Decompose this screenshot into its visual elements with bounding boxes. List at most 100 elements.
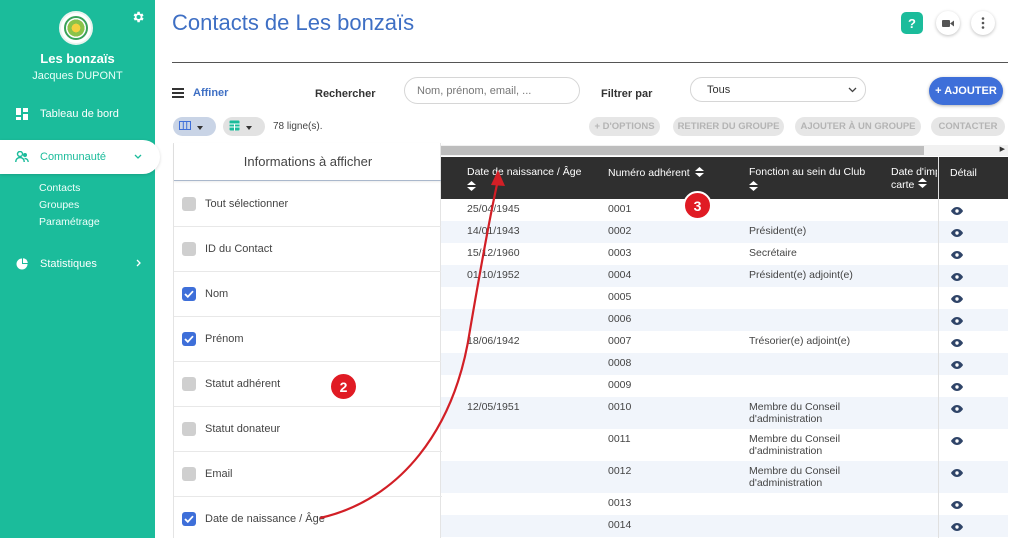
table-row[interactable]: 14/01/1943 0002 Président(e)	[441, 221, 1008, 243]
cell-member-number: 0014	[608, 519, 632, 531]
column-option-label: Nom	[205, 288, 229, 300]
add-button[interactable]: + AJOUTER	[929, 77, 1003, 105]
org-logo[interactable]	[59, 11, 93, 45]
column-option[interactable]: Email	[174, 452, 442, 497]
eye-icon[interactable]	[951, 250, 963, 259]
table-row[interactable]: 0006	[441, 309, 1008, 331]
cell-member-number: 0013	[608, 497, 632, 509]
table-row[interactable]: 0009	[441, 375, 1008, 397]
table-row[interactable]: 0013	[441, 493, 1008, 515]
eye-icon[interactable]	[951, 382, 963, 391]
chart-pie-icon	[14, 258, 30, 270]
page-title: Contacts de Les bonzaïs	[172, 10, 415, 35]
eye-icon[interactable]	[951, 228, 963, 237]
table-row[interactable]: 0005	[441, 287, 1008, 309]
column-header-birthdate[interactable]: Date de naissance / Âge	[467, 157, 581, 199]
checkbox-unchecked[interactable]	[182, 377, 196, 391]
scroll-right-icon[interactable]: ▶	[1000, 145, 1005, 153]
eye-icon[interactable]	[951, 436, 963, 445]
column-option[interactable]: ID du Contact	[174, 227, 442, 272]
table-row[interactable]: 0011 Membre du Conseil d'administration	[441, 429, 1008, 461]
cell-member-number: 0003	[608, 247, 632, 259]
eye-icon[interactable]	[951, 338, 963, 347]
sidebar-item-label: Communauté	[40, 151, 107, 163]
table-row[interactable]: 25/04/1945 0001	[441, 199, 1008, 221]
column-header-role[interactable]: Fonction au sein du Club	[749, 157, 865, 199]
eye-icon[interactable]	[951, 360, 963, 369]
affiner-label: Affiner	[193, 87, 229, 99]
table-row[interactable]: 0012 Membre du Conseil d'administration	[441, 461, 1008, 493]
checkbox-checked[interactable]	[182, 512, 196, 526]
gear-icon[interactable]	[131, 10, 145, 24]
table-row[interactable]: 12/05/1951 0010 Membre du Conseil d'admini…	[441, 397, 1008, 429]
sidebar-subitem-contacts[interactable]: Contacts	[39, 182, 80, 194]
checkbox-unchecked[interactable]	[182, 242, 196, 256]
export-button[interactable]	[223, 117, 265, 136]
help-button[interactable]: ?	[901, 12, 923, 34]
eye-icon[interactable]	[951, 404, 963, 413]
columns-button[interactable]	[173, 117, 216, 136]
cell-birthdate: 12/05/1951	[467, 401, 520, 413]
column-option[interactable]: Statut adhérent	[174, 362, 442, 407]
scrollbar-thumb[interactable]	[441, 146, 924, 155]
chevron-down-icon	[134, 152, 142, 162]
eye-icon[interactable]	[951, 316, 963, 325]
sort-icon	[918, 178, 928, 191]
column-option[interactable]: Nom	[174, 272, 442, 317]
column-divider	[938, 157, 939, 538]
checkbox-checked[interactable]	[182, 332, 196, 346]
column-header-detail: Détail	[950, 167, 977, 179]
community-icon	[14, 151, 30, 163]
table-row[interactable]: 0008	[441, 353, 1008, 375]
column-option[interactable]: Statut donateur	[174, 407, 442, 452]
more-vertical-icon[interactable]	[971, 11, 995, 35]
table-row[interactable]: 01/10/1952 0004 Président(e) adjoint(e)	[441, 265, 1008, 287]
horizontal-scrollbar[interactable]: ▶	[441, 145, 1008, 156]
menu-icon	[172, 88, 184, 98]
checkbox-unchecked[interactable]	[182, 467, 196, 481]
eye-icon[interactable]	[951, 294, 963, 303]
column-option[interactable]: Date de naissance / Âge	[174, 497, 442, 538]
eye-icon[interactable]	[951, 522, 963, 531]
column-option[interactable]: Prénom	[174, 317, 442, 362]
video-icon[interactable]	[936, 11, 960, 35]
sidebar-item-tableau-de-bord[interactable]: Tableau de bord	[0, 97, 160, 131]
sidebar-subitem-groupes[interactable]: Groupes	[39, 199, 79, 211]
column-header-print-date[interactable]: Date d'impr carte	[891, 157, 937, 199]
cell-birthdate: 18/06/1942	[467, 335, 520, 347]
filter-select[interactable]: Tous	[690, 77, 866, 102]
sort-icon	[467, 181, 476, 194]
cell-member-number: 0009	[608, 379, 632, 391]
search-input[interactable]: Nom, prénom, email, ...	[404, 77, 580, 104]
sidebar-item-communaute[interactable]: Communauté	[0, 140, 160, 174]
table-row[interactable]: 18/06/1942 0007 Trésorier(e) adjoint(e)	[441, 331, 1008, 353]
table-row[interactable]: 0014	[441, 515, 1008, 537]
eye-icon[interactable]	[951, 206, 963, 215]
remove-from-group-button[interactable]: RETIRER DU GROUPE	[673, 117, 784, 136]
add-to-group-button[interactable]: AJOUTER À UN GROUPE	[795, 117, 921, 136]
cell-role: Président(e)	[749, 225, 807, 237]
search-label: Rechercher	[315, 88, 376, 100]
sidebar-subitem-parametrage[interactable]: Paramétrage	[39, 216, 100, 228]
checkbox-checked[interactable]	[182, 287, 196, 301]
sidebar: Les bonzaïs Jacques DUPONT Tableau de bo…	[0, 0, 160, 538]
more-options-button[interactable]: + D'OPTIONS	[589, 117, 660, 136]
affiner-button[interactable]: Affiner	[172, 87, 228, 99]
cell-member-number: 0001	[608, 203, 632, 215]
user-name: Jacques DUPONT	[32, 70, 123, 82]
row-count: 78 ligne(s).	[273, 121, 323, 132]
sidebar-item-statistiques[interactable]: Statistiques	[0, 247, 160, 281]
cell-birthdate: 15/12/1960	[467, 247, 520, 259]
eye-icon[interactable]	[951, 468, 963, 477]
column-option[interactable]: Tout sélectionner	[174, 182, 442, 227]
checkbox-unchecked[interactable]	[182, 197, 196, 211]
table-row[interactable]: 15/12/1960 0003 Secrétaire	[441, 243, 1008, 265]
cell-role: Trésorier(e) adjoint(e)	[749, 335, 851, 347]
contact-button[interactable]: CONTACTER	[931, 117, 1005, 136]
checkbox-unchecked[interactable]	[182, 422, 196, 436]
cell-member-number: 0012	[608, 465, 632, 477]
column-option-label: Email	[205, 468, 233, 480]
eye-icon[interactable]	[951, 500, 963, 509]
eye-icon[interactable]	[951, 272, 963, 281]
cell-member-number: 0008	[608, 357, 632, 369]
